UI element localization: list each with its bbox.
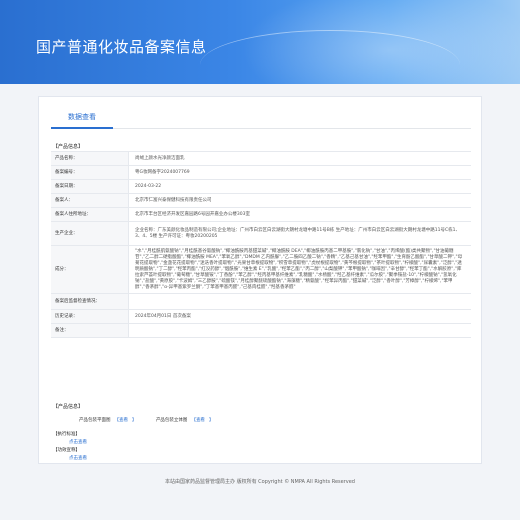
table-row: 备案后监督检查情况： bbox=[51, 294, 471, 310]
row-value: 北京市丰台区经济开发区嘉园路6号园开嘉业办公楼303室 bbox=[135, 211, 250, 217]
table-row: 历史记录： 2024年04月01日 首次备案 bbox=[51, 310, 471, 324]
row-label: 生产企业： bbox=[51, 222, 129, 245]
row-label: 备注： bbox=[51, 324, 129, 337]
tab-bar: 数据查看 bbox=[51, 109, 471, 129]
page-title: 国产普通化妆品备案信息 bbox=[36, 38, 207, 56]
efficacy-heading: 【功效宣称】 bbox=[53, 448, 80, 453]
row-label: 备案编号： bbox=[51, 166, 129, 179]
row-value bbox=[129, 294, 471, 309]
table-row: 备注： bbox=[51, 324, 471, 338]
table-row: 成分： "水","月桂酰肌氨酸钠","月桂酰基谷氨酸钠","椰油酰胺丙基甜菜碱"… bbox=[51, 246, 471, 294]
info-table: 产品名称： 尚绒上颜水光净颜洁面乳 备案编号： 粤G妆网备字2024007769… bbox=[51, 151, 471, 338]
row-value: 2024-03-22 bbox=[135, 183, 162, 189]
stereo-label: 产品包装立体图 bbox=[155, 418, 188, 423]
package-files: 产品包装平面图 【查看】 产品包装立体图 【查看】 bbox=[79, 417, 217, 423]
tab-data-view[interactable]: 数据查看 bbox=[51, 109, 113, 129]
table-row: 备案编号： 粤G妆网备字2024007769 bbox=[51, 166, 471, 180]
table-row: 产品名称： 尚绒上颜水光净颜洁面乳 bbox=[51, 152, 471, 166]
files-heading: 【产品信息】 bbox=[53, 404, 84, 410]
plan-label: 产品包装平面图 bbox=[79, 418, 111, 423]
footer-copyright: 本站由国家药品监督管理局主办 版权所有 Copyright © NMPA All… bbox=[165, 479, 355, 485]
row-value: 粤G妆网备字2024007769 bbox=[135, 169, 190, 175]
table-row: 备案人住所地址： 北京市丰台区经济开发区嘉园路6号园开嘉业办公楼303室 bbox=[51, 208, 471, 222]
efficacy-section: 【功效宣称】 点击查看 bbox=[53, 447, 87, 461]
row-value: 2024年04月01日 首次备案 bbox=[135, 313, 191, 319]
row-value: "水","月桂酰肌氨酸钠","月桂酰基谷氨酸钠","椰油酰胺丙基甜菜碱","椰油… bbox=[135, 248, 463, 290]
stereo-view-link[interactable]: 【查看】 bbox=[191, 418, 213, 423]
row-label: 历史记录： bbox=[51, 310, 129, 323]
row-label: 备案后监督检查情况： bbox=[51, 294, 129, 309]
row-label: 备案人住所地址： bbox=[51, 208, 129, 221]
plan-view-link[interactable]: 【查看】 bbox=[115, 418, 137, 423]
standard-section: 【执行标准】 点击查看 bbox=[53, 431, 87, 445]
stereo-view-link-text[interactable]: 查看 bbox=[196, 418, 205, 423]
standard-heading: 【执行标准】 bbox=[53, 432, 80, 437]
row-label: 备案人： bbox=[51, 194, 129, 207]
content-card: 数据查看 【产品信息】 产品名称： 尚绒上颜水光净颜洁面乳 备案编号： 粤G妆网… bbox=[38, 96, 482, 464]
row-value: 尚绒上颜水光净颜洁面乳 bbox=[135, 155, 185, 161]
row-value: 北京市仁富兴泰保健科技有限责任公司 bbox=[135, 197, 212, 203]
row-label: 备案日期： bbox=[51, 180, 129, 193]
standard-link[interactable]: 点击查看 bbox=[53, 439, 87, 445]
table-row: 备案人： 北京市仁富兴泰保健科技有限责任公司 bbox=[51, 194, 471, 208]
product-info-heading: 【产品信息】 bbox=[53, 144, 84, 150]
table-row: 备案日期： 2024-03-22 bbox=[51, 180, 471, 194]
row-label: 成分： bbox=[51, 246, 129, 293]
row-value bbox=[129, 324, 471, 337]
row-value: 企业名称：广东美颜化妆品制造有限公司;企业地址：广州市白云区白云湖街大朗村龙塘中… bbox=[135, 227, 460, 239]
header-banner: 国产普通化妆品备案信息 bbox=[0, 0, 520, 84]
row-label: 产品名称： bbox=[51, 152, 129, 165]
efficacy-link[interactable]: 点击查看 bbox=[53, 455, 87, 461]
plan-view-link-text[interactable]: 查看 bbox=[119, 418, 128, 423]
table-row: 生产企业： 企业名称：广东美颜化妆品制造有限公司;企业地址：广州市白云区白云湖街… bbox=[51, 222, 471, 246]
